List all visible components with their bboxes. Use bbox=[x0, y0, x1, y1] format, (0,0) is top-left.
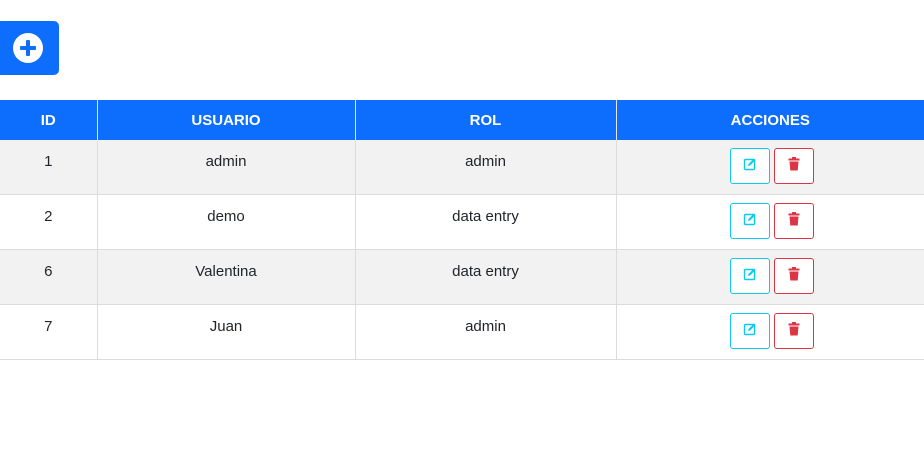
edit-icon bbox=[743, 267, 757, 285]
cell-user: Valentina bbox=[97, 249, 356, 305]
cell-user: admin bbox=[97, 140, 356, 195]
edit-button[interactable] bbox=[730, 148, 771, 184]
cell-role: admin bbox=[355, 304, 617, 360]
delete-button[interactable] bbox=[774, 258, 815, 294]
trash-icon bbox=[788, 322, 800, 340]
trash-icon bbox=[788, 157, 800, 175]
delete-button[interactable] bbox=[774, 203, 815, 239]
cell-role: data entry bbox=[355, 249, 617, 305]
plus-circle-icon bbox=[12, 33, 43, 63]
cell-id: 6 bbox=[0, 249, 98, 305]
edit-icon bbox=[743, 212, 757, 230]
cell-actions bbox=[616, 249, 924, 305]
cell-user: Juan bbox=[97, 304, 356, 360]
header-actions: ACCIONES bbox=[616, 100, 924, 140]
table-row: 1 admin admin bbox=[0, 140, 924, 195]
cell-actions bbox=[616, 140, 924, 195]
cell-id: 7 bbox=[0, 304, 98, 360]
edit-button[interactable] bbox=[730, 258, 771, 294]
cell-id: 2 bbox=[0, 194, 98, 250]
table-row: 6 Valentina data entry bbox=[0, 249, 924, 305]
table-header-row: ID USUARIO ROL ACCIONES bbox=[0, 100, 924, 140]
edit-icon bbox=[743, 322, 757, 340]
cell-user: demo bbox=[97, 194, 356, 250]
table-row: 2 demo data entry bbox=[0, 194, 924, 250]
header-id: ID bbox=[0, 100, 98, 140]
users-table: ID USUARIO ROL ACCIONES 1 admin admin 2 … bbox=[0, 100, 924, 360]
trash-icon bbox=[788, 212, 800, 230]
delete-button[interactable] bbox=[774, 313, 815, 349]
cell-id: 1 bbox=[0, 140, 98, 195]
trash-icon bbox=[788, 267, 800, 285]
header-user: USUARIO bbox=[97, 100, 356, 140]
delete-button[interactable] bbox=[774, 148, 815, 184]
table-row: 7 Juan admin bbox=[0, 304, 924, 360]
cell-role: admin bbox=[355, 140, 617, 195]
add-user-button[interactable] bbox=[0, 21, 59, 75]
edit-button[interactable] bbox=[730, 313, 771, 349]
edit-icon bbox=[743, 157, 757, 175]
cell-role: data entry bbox=[355, 194, 617, 250]
cell-actions bbox=[616, 304, 924, 360]
cell-actions bbox=[616, 194, 924, 250]
header-role: ROL bbox=[355, 100, 617, 140]
edit-button[interactable] bbox=[730, 203, 771, 239]
